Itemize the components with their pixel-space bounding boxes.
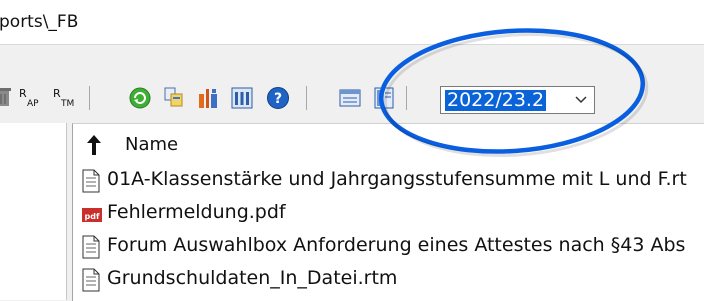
svg-text:pdf: pdf <box>85 212 100 221</box>
tools-icon[interactable] <box>196 86 220 110</box>
path-text: ports\_FB <box>0 12 79 32</box>
detail-view-icon[interactable] <box>372 86 396 110</box>
trash-icon[interactable] <box>0 86 12 108</box>
file-name: 01A-Klassenstärke und Jahrgangsstufensum… <box>107 168 687 190</box>
file-name: Fehlermeldung.pdf <box>107 201 286 223</box>
arrow-up-icon[interactable] <box>85 134 103 156</box>
report-ap-sub: AP <box>27 99 39 109</box>
copy-icon[interactable] <box>162 86 186 110</box>
column-header-label: Name <box>125 134 179 155</box>
document-icon <box>82 235 100 259</box>
path-bar: ports\_FB <box>0 0 704 45</box>
report-tm-icon[interactable]: R TM <box>52 86 80 110</box>
school-year-value: 2022/23.2 <box>445 89 547 111</box>
document-icon <box>82 268 100 292</box>
folder-tree-pane[interactable] <box>0 123 67 300</box>
help-icon[interactable]: ? <box>266 86 290 110</box>
toolbar-separator <box>406 86 407 110</box>
file-list[interactable]: Name 01A-Klassenstärke und Jahrgangsstuf… <box>72 123 704 301</box>
file-name: Grundschuldaten_In_Datei.rtm <box>107 267 398 289</box>
svg-text:?: ? <box>274 91 282 107</box>
toolbar: R AP R TM ? <box>0 78 704 120</box>
report-ap-r: R <box>19 87 27 100</box>
school-year-select[interactable]: 2022/23.2 <box>440 86 595 114</box>
report-tm-r: R <box>53 87 61 100</box>
report-ap-icon[interactable]: R AP <box>18 86 44 110</box>
file-name: Forum Auswahlbox Anforderung eines Attes… <box>107 234 686 256</box>
document-icon <box>82 169 100 193</box>
toolbar-separator <box>89 86 90 110</box>
refresh-icon[interactable] <box>128 86 152 110</box>
list-view-icon[interactable] <box>338 86 362 110</box>
toolbar-separator <box>306 86 307 110</box>
columns-icon[interactable] <box>230 86 254 110</box>
pdf-icon: pdf <box>82 208 102 222</box>
report-tm-sub: TM <box>60 99 74 109</box>
chevron-down-icon[interactable] <box>574 94 588 106</box>
